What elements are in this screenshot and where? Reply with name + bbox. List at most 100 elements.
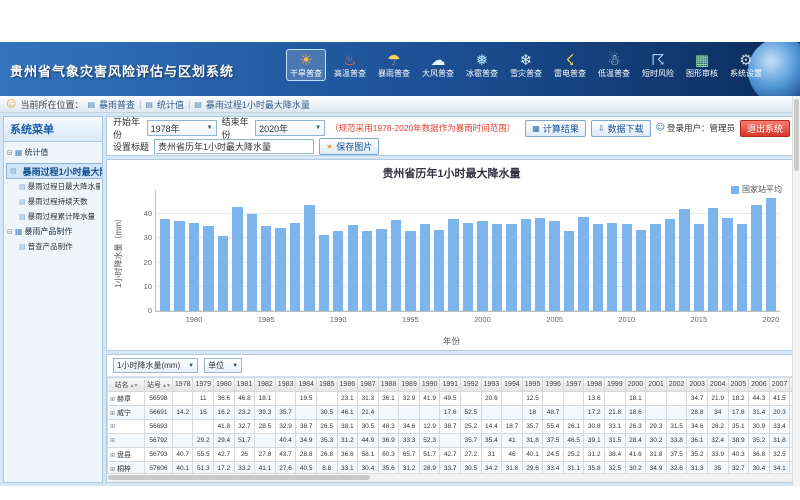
collapse-icon[interactable]: ⊟ [7,149,13,157]
value-cell: 31.2 [584,448,605,462]
collapse-icon[interactable]: ⊟ [7,228,13,236]
value-cell: 33.8 [666,434,687,448]
horizontal-scrollbar[interactable] [107,473,796,482]
nav-item-雷电普查[interactable]: ☇雷电普查 [550,49,590,81]
logout-button[interactable]: 退出系统 [740,120,790,137]
bar-2003 [521,219,531,311]
col-header-station-id[interactable]: 站号▲▼ [145,378,173,392]
col-header-year-1981[interactable]: 1981 [234,378,255,392]
value-cell: 40.1 [172,462,193,474]
end-year-select[interactable]: 2020年 ▼ [255,120,325,136]
expand-icon[interactable]: ⊞ [110,466,115,473]
col-header-year-2004[interactable]: 2004 [707,378,728,392]
save-image-button[interactable]: ★ 保存图片 [319,138,379,155]
col-header-year-1991[interactable]: 1991 [440,378,461,392]
col-header-year-2006[interactable]: 2006 [749,378,770,392]
col-header-year-1994[interactable]: 1994 [502,378,523,392]
chart-title-input[interactable] [154,139,314,154]
value-cell: 35 [707,462,728,474]
bar-slot-2019 [749,190,763,311]
col-header-year-1993[interactable]: 1993 [481,378,502,392]
vertical-scrollbar-thumb[interactable] [794,99,799,171]
col-header-year-1980[interactable]: 1980 [214,378,235,392]
nav-item-雪灾普查[interactable]: ❄雪灾普查 [506,49,546,81]
value-cell: 27.8 [255,448,276,462]
col-header-year-1983[interactable]: 1983 [275,378,296,392]
start-year-select[interactable]: 1978年 ▼ [147,120,217,136]
col-header-year-1979[interactable]: 1979 [193,378,214,392]
col-header-year-1990[interactable]: 1990 [419,378,440,392]
nav-item-低温普查[interactable]: ☃低温普查 [594,49,634,81]
col-header-year-2001[interactable]: 2001 [646,378,667,392]
expand-icon[interactable]: ⊞ [110,423,115,430]
expand-icon[interactable]: ⊞ [110,410,115,417]
value-cell [666,392,687,406]
col-header-year-2007[interactable]: 2007 [769,378,790,392]
breadcrumb-item[interactable]: 暴雨过程1小时最大降水量 [206,98,310,111]
tree-item-暴雨过程日最大降水量[interactable]: ▤暴雨过程日最大降水量 [6,179,100,194]
tree-item-普查产品制作[interactable]: ▤普查产品制作 [6,239,100,254]
col-header-year-1989[interactable]: 1989 [399,378,420,392]
bar-2019 [751,205,761,311]
col-header-year-1995[interactable]: 1995 [522,378,543,392]
chart-panel: 贵州省历年1小时最大降水量 国家站平均 1小时降水量（mm） 010203040… [106,159,797,351]
vertical-scrollbar[interactable] [792,96,800,486]
expand-icon[interactable]: ⊞ [110,452,115,459]
col-header-year-1998[interactable]: 1998 [584,378,605,392]
nav-item-暴雨普查[interactable]: ☂暴雨普查 [374,49,414,81]
nav-item-大风普查[interactable]: ☁大风普查 [418,49,458,81]
breadcrumb-item[interactable]: 暴雨普查 [99,98,135,111]
col-header-year-1978[interactable]: 1978 [172,378,193,392]
col-header-year-1992[interactable]: 1992 [461,378,482,392]
nav-item-系统设置[interactable]: ⚙系统设置 [726,49,766,81]
expand-icon[interactable]: ⊞ [110,396,115,403]
col-header-year-1982[interactable]: 1982 [255,378,276,392]
col-header-year-1997[interactable]: 1997 [563,378,584,392]
col-header-year-2000[interactable]: 2000 [625,378,646,392]
col-header-year-1996[interactable]: 1996 [543,378,564,392]
tree-group-统计值[interactable]: ⊟▦统计值 [6,145,100,160]
tree-item-暴雨过程持续天数[interactable]: ▤暴雨过程持续天数 [6,194,100,209]
breadcrumb-item[interactable]: 统计值 [157,98,184,111]
nav-item-干旱普查[interactable]: ☀干旱普查 [286,49,326,81]
value-type-label: 1小时降水量(mm) [117,360,180,371]
col-header-year-1987[interactable]: 1987 [358,378,379,392]
value-type-select[interactable]: 1小时降水量(mm) ▼ [113,358,198,373]
nav-item-短时风险[interactable]: ☈短时风险 [638,49,678,81]
y-tick-label: 40 [130,209,152,218]
value-cell: 34.9 [646,462,667,474]
col-header-year-1986[interactable]: 1986 [337,378,358,392]
horizontal-scrollbar-thumb[interactable] [108,475,370,480]
nav-item-高温普查[interactable]: ♨高温普查 [330,49,370,81]
col-header-year-1988[interactable]: 1988 [378,378,399,392]
tree-item-暴雨过程1小时最大降水量[interactable]: ▤暴雨过程1小时最大降水量 [6,163,102,179]
col-header-year-1999[interactable]: 1999 [605,378,626,392]
col-header-year-1984[interactable]: 1984 [296,378,317,392]
download-data-button[interactable]: ⇩ 数据下载 [591,120,651,137]
sort-icon[interactable]: ▲▼ [162,383,170,389]
nav-item-冰雹普查[interactable]: ❅冰雹普查 [462,49,502,81]
value-cell: 27.6 [275,462,296,474]
tree-item-暴雨过程累计降水量[interactable]: ▤暴雨过程累计降水量 [6,209,100,224]
calculate-button[interactable]: ▦ 计算结果 [525,120,586,137]
folder-icon: ▦ [15,227,23,236]
col-header-year-1985[interactable]: 1985 [316,378,337,392]
value-cell: 31.3 [358,392,379,406]
hail-icon: ❅ [463,52,501,69]
snow-icon: ❄ [507,52,545,69]
col-header-year-2003[interactable]: 2003 [687,378,708,392]
station-id-cell: 56693 [145,420,173,434]
value-cell: 40.5 [296,462,317,474]
nav-item-图形审核[interactable]: ▦图形审核 [682,49,722,81]
calculate-button-label: 计算结果 [543,122,579,135]
unit-select[interactable]: 单位 ▼ [204,358,242,373]
col-header-station-name[interactable]: 站名▲▼ [108,378,145,392]
tree-group-暴雨产品制作[interactable]: ⊟▦暴雨产品制作 [6,224,100,239]
bar-slot-1998 [446,190,460,311]
col-header-year-2002[interactable]: 2002 [666,378,687,392]
sidebar: 系统菜单 ⊟▦统计值▤暴雨过程1小时最大降水量▤暴雨过程日最大降水量▤暴雨过程持… [3,116,103,483]
sort-icon[interactable]: ▲▼ [130,383,138,389]
expand-icon[interactable]: ⊞ [110,437,115,444]
col-header-year-2005[interactable]: 2005 [728,378,749,392]
range-note: （规范采用1978-2020年数据作为暴雨时间范围） [330,122,515,134]
